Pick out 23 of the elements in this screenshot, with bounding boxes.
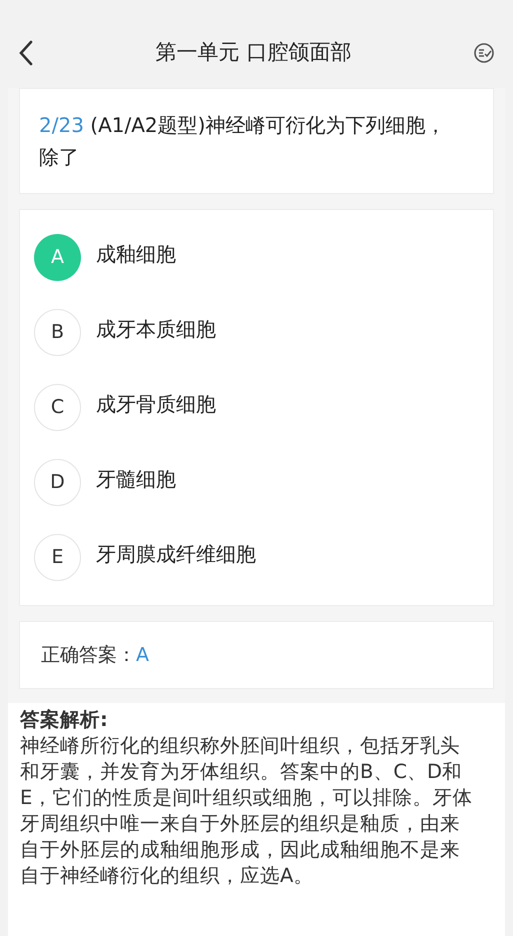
option-item[interactable]: B 成牙本质细胞 xyxy=(34,295,479,370)
option-letter: B xyxy=(34,309,81,356)
option-text: 牙周膜成纤维细胞 xyxy=(96,540,256,568)
option-letter: E xyxy=(34,534,81,581)
checklist-icon[interactable] xyxy=(473,42,495,64)
analysis-title: 答案解析: xyxy=(20,707,109,733)
answer-label: 正确答案： xyxy=(41,642,136,668)
option-item[interactable]: A 成釉细胞 xyxy=(34,220,479,295)
option-letter: D xyxy=(34,459,81,506)
option-text: 成牙本质细胞 xyxy=(96,316,216,342)
analysis-text: 神经嵴所衍化的组织称外胚间叶组织，包括牙乳头和牙囊，并发育为牙体组织。答案中的B、C、D和E，它们的性质是间叶组织或细胞，可以排除。牙体牙周组织中唯一来自于外胚层的组织是釉质，由来自于外胚层的成釉细胞形成，因此成釉细胞不是来自于神经嵴衍化的组织，应选A。 xyxy=(20,733,474,889)
back-icon[interactable] xyxy=(18,40,34,66)
question-text: 2/23 (A1/A2题型)神经嵴可衍化为下列细胞，除了 xyxy=(39,112,446,171)
page-title: 第一单元 口腔颌面部 xyxy=(156,39,352,66)
option-text: 牙髓细胞 xyxy=(96,466,176,492)
option-item[interactable]: D 牙髓细胞 xyxy=(34,445,479,520)
option-letter: A xyxy=(34,234,81,281)
option-letter: C xyxy=(34,384,81,431)
option-text: 成牙骨质细胞 xyxy=(96,390,216,418)
answer-value: A xyxy=(136,642,149,668)
option-item[interactable]: E 牙周膜成纤维细胞 xyxy=(34,520,479,595)
option-text: 成釉细胞 xyxy=(96,240,176,268)
option-item[interactable]: C 成牙骨质细胞 xyxy=(34,370,479,445)
